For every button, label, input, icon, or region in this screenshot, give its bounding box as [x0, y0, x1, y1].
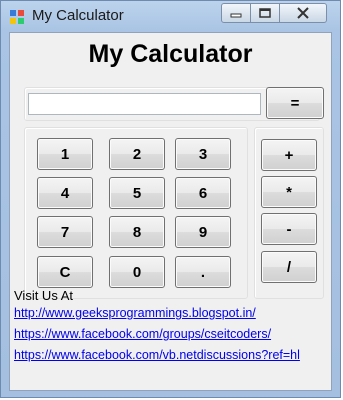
digit-6-button[interactable]: 6 — [175, 177, 231, 209]
app-icon — [9, 9, 25, 25]
title-bar[interactable]: My Calculator — [1, 1, 340, 31]
page-title: My Calculator — [88, 40, 253, 68]
facebook-group-link[interactable]: https://www.facebook.com/groups/cseitcod… — [14, 327, 271, 341]
maximize-icon — [259, 8, 271, 18]
equals-button[interactable]: = — [266, 87, 324, 119]
digit-3-button[interactable]: 3 — [175, 138, 231, 170]
digit-4-button[interactable]: 4 — [37, 177, 93, 209]
visit-us-label: Visit Us At — [14, 288, 74, 303]
digit-1-button[interactable]: 1 — [37, 138, 93, 170]
app-window: My Calculator My Calculator = 1 2 3 4 5 … — [0, 0, 341, 398]
digit-2-button[interactable]: 2 — [109, 138, 165, 170]
minimize-icon — [230, 13, 242, 18]
digit-7-button[interactable]: 7 — [37, 216, 93, 248]
plus-button[interactable]: + — [261, 139, 317, 171]
decimal-point-button[interactable]: . — [175, 256, 231, 288]
maximize-button[interactable] — [250, 3, 280, 23]
digit-8-button[interactable]: 8 — [109, 216, 165, 248]
display-field[interactable] — [28, 93, 261, 115]
window-title: My Calculator — [32, 7, 124, 24]
close-button[interactable] — [279, 3, 327, 23]
multiply-button[interactable]: * — [261, 176, 317, 208]
client-area: My Calculator = 1 2 3 4 5 6 7 8 9 C 0 . … — [9, 32, 332, 391]
digit-0-button[interactable]: 0 — [109, 256, 165, 288]
blog-link[interactable]: http://www.geeksprogrammings.blogspot.in… — [14, 306, 256, 320]
minimize-button[interactable] — [221, 3, 251, 23]
digit-9-button[interactable]: 9 — [175, 216, 231, 248]
clear-button[interactable]: C — [37, 256, 93, 288]
facebook-page-link[interactable]: https://www.facebook.com/vb.netdiscussio… — [14, 348, 300, 362]
close-icon — [297, 7, 309, 19]
divide-button[interactable]: / — [261, 251, 317, 283]
minus-button[interactable]: - — [261, 213, 317, 245]
digit-5-button[interactable]: 5 — [109, 177, 165, 209]
